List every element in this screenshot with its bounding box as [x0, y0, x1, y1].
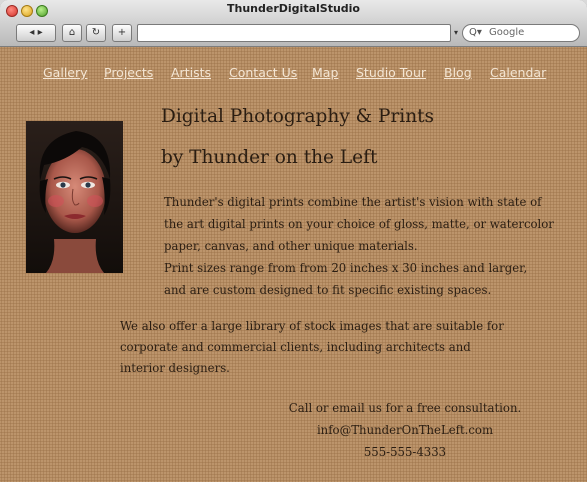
- intro-line: paper, canvas, and other unique material…: [164, 239, 418, 253]
- intro-line: the art digital prints on your choice of…: [164, 217, 554, 231]
- add-bookmark-button[interactable]: +: [112, 24, 132, 42]
- contact-phone[interactable]: 555-555-4333: [270, 441, 540, 463]
- intro-line: Thunder's digital prints combine the art…: [164, 195, 542, 209]
- stock-images-paragraph: We also offer a large library of stock i…: [120, 316, 540, 379]
- search-icon: Q▾: [469, 27, 482, 38]
- intro-line: and are custom designed to fit specific …: [164, 283, 492, 297]
- window-title: ThunderDigitalStudio: [227, 2, 360, 15]
- nav-item-projects[interactable]: Projects: [104, 65, 153, 80]
- nav-item-blog[interactable]: Blog: [444, 65, 472, 80]
- search-placeholder: Google: [489, 27, 525, 38]
- intro-line: Print sizes range from from 20 inches x …: [164, 261, 528, 275]
- artist-portrait-image: [26, 121, 123, 273]
- nav-item-studio-tour[interactable]: Studio Tour: [356, 65, 426, 80]
- home-icon[interactable]: ⌂: [62, 24, 82, 42]
- nav-item-artists[interactable]: Artists: [171, 65, 211, 80]
- nav-item-gallery[interactable]: Gallery: [43, 65, 88, 80]
- back-forward-button[interactable]: ◂ ▸: [16, 24, 56, 42]
- contact-email[interactable]: info@ThunderOnTheLeft.com: [270, 419, 540, 441]
- stock-line: corporate and commercial clients, includ…: [120, 340, 471, 354]
- nav-item-map[interactable]: Map: [312, 65, 338, 80]
- address-bar[interactable]: [137, 24, 451, 42]
- page-subtitle: by Thunder on the Left: [161, 147, 378, 168]
- page-title: Digital Photography & Prints: [161, 106, 435, 127]
- intro-paragraph: Thunder's digital prints combine the art…: [164, 191, 564, 301]
- browser-window: ThunderDigitalStudio ◂ ▸ ⌂ ↻ + ▾ Q▾ Goog…: [0, 0, 587, 482]
- reload-icon[interactable]: ↻: [86, 24, 106, 42]
- stock-line: interior designers.: [120, 361, 230, 375]
- contact-cta: Call or email us for a free consultation…: [288, 401, 522, 415]
- title-bar: ThunderDigitalStudio ◂ ▸ ⌂ ↻ + ▾ Q▾ Goog…: [0, 0, 587, 47]
- page-content: Gallery Projects Artists Contact Us Map …: [0, 47, 587, 482]
- stock-line: We also offer a large library of stock i…: [120, 319, 504, 333]
- nav-item-contact-us[interactable]: Contact Us: [229, 65, 297, 80]
- contact-block: Call or email us for a free consultation…: [270, 397, 540, 463]
- address-dropdown-icon[interactable]: ▾: [454, 28, 458, 37]
- nav-item-calendar[interactable]: Calendar: [490, 65, 546, 80]
- top-nav: Gallery Projects Artists Contact Us Map …: [0, 65, 587, 81]
- search-input[interactable]: Q▾ Google: [462, 24, 580, 42]
